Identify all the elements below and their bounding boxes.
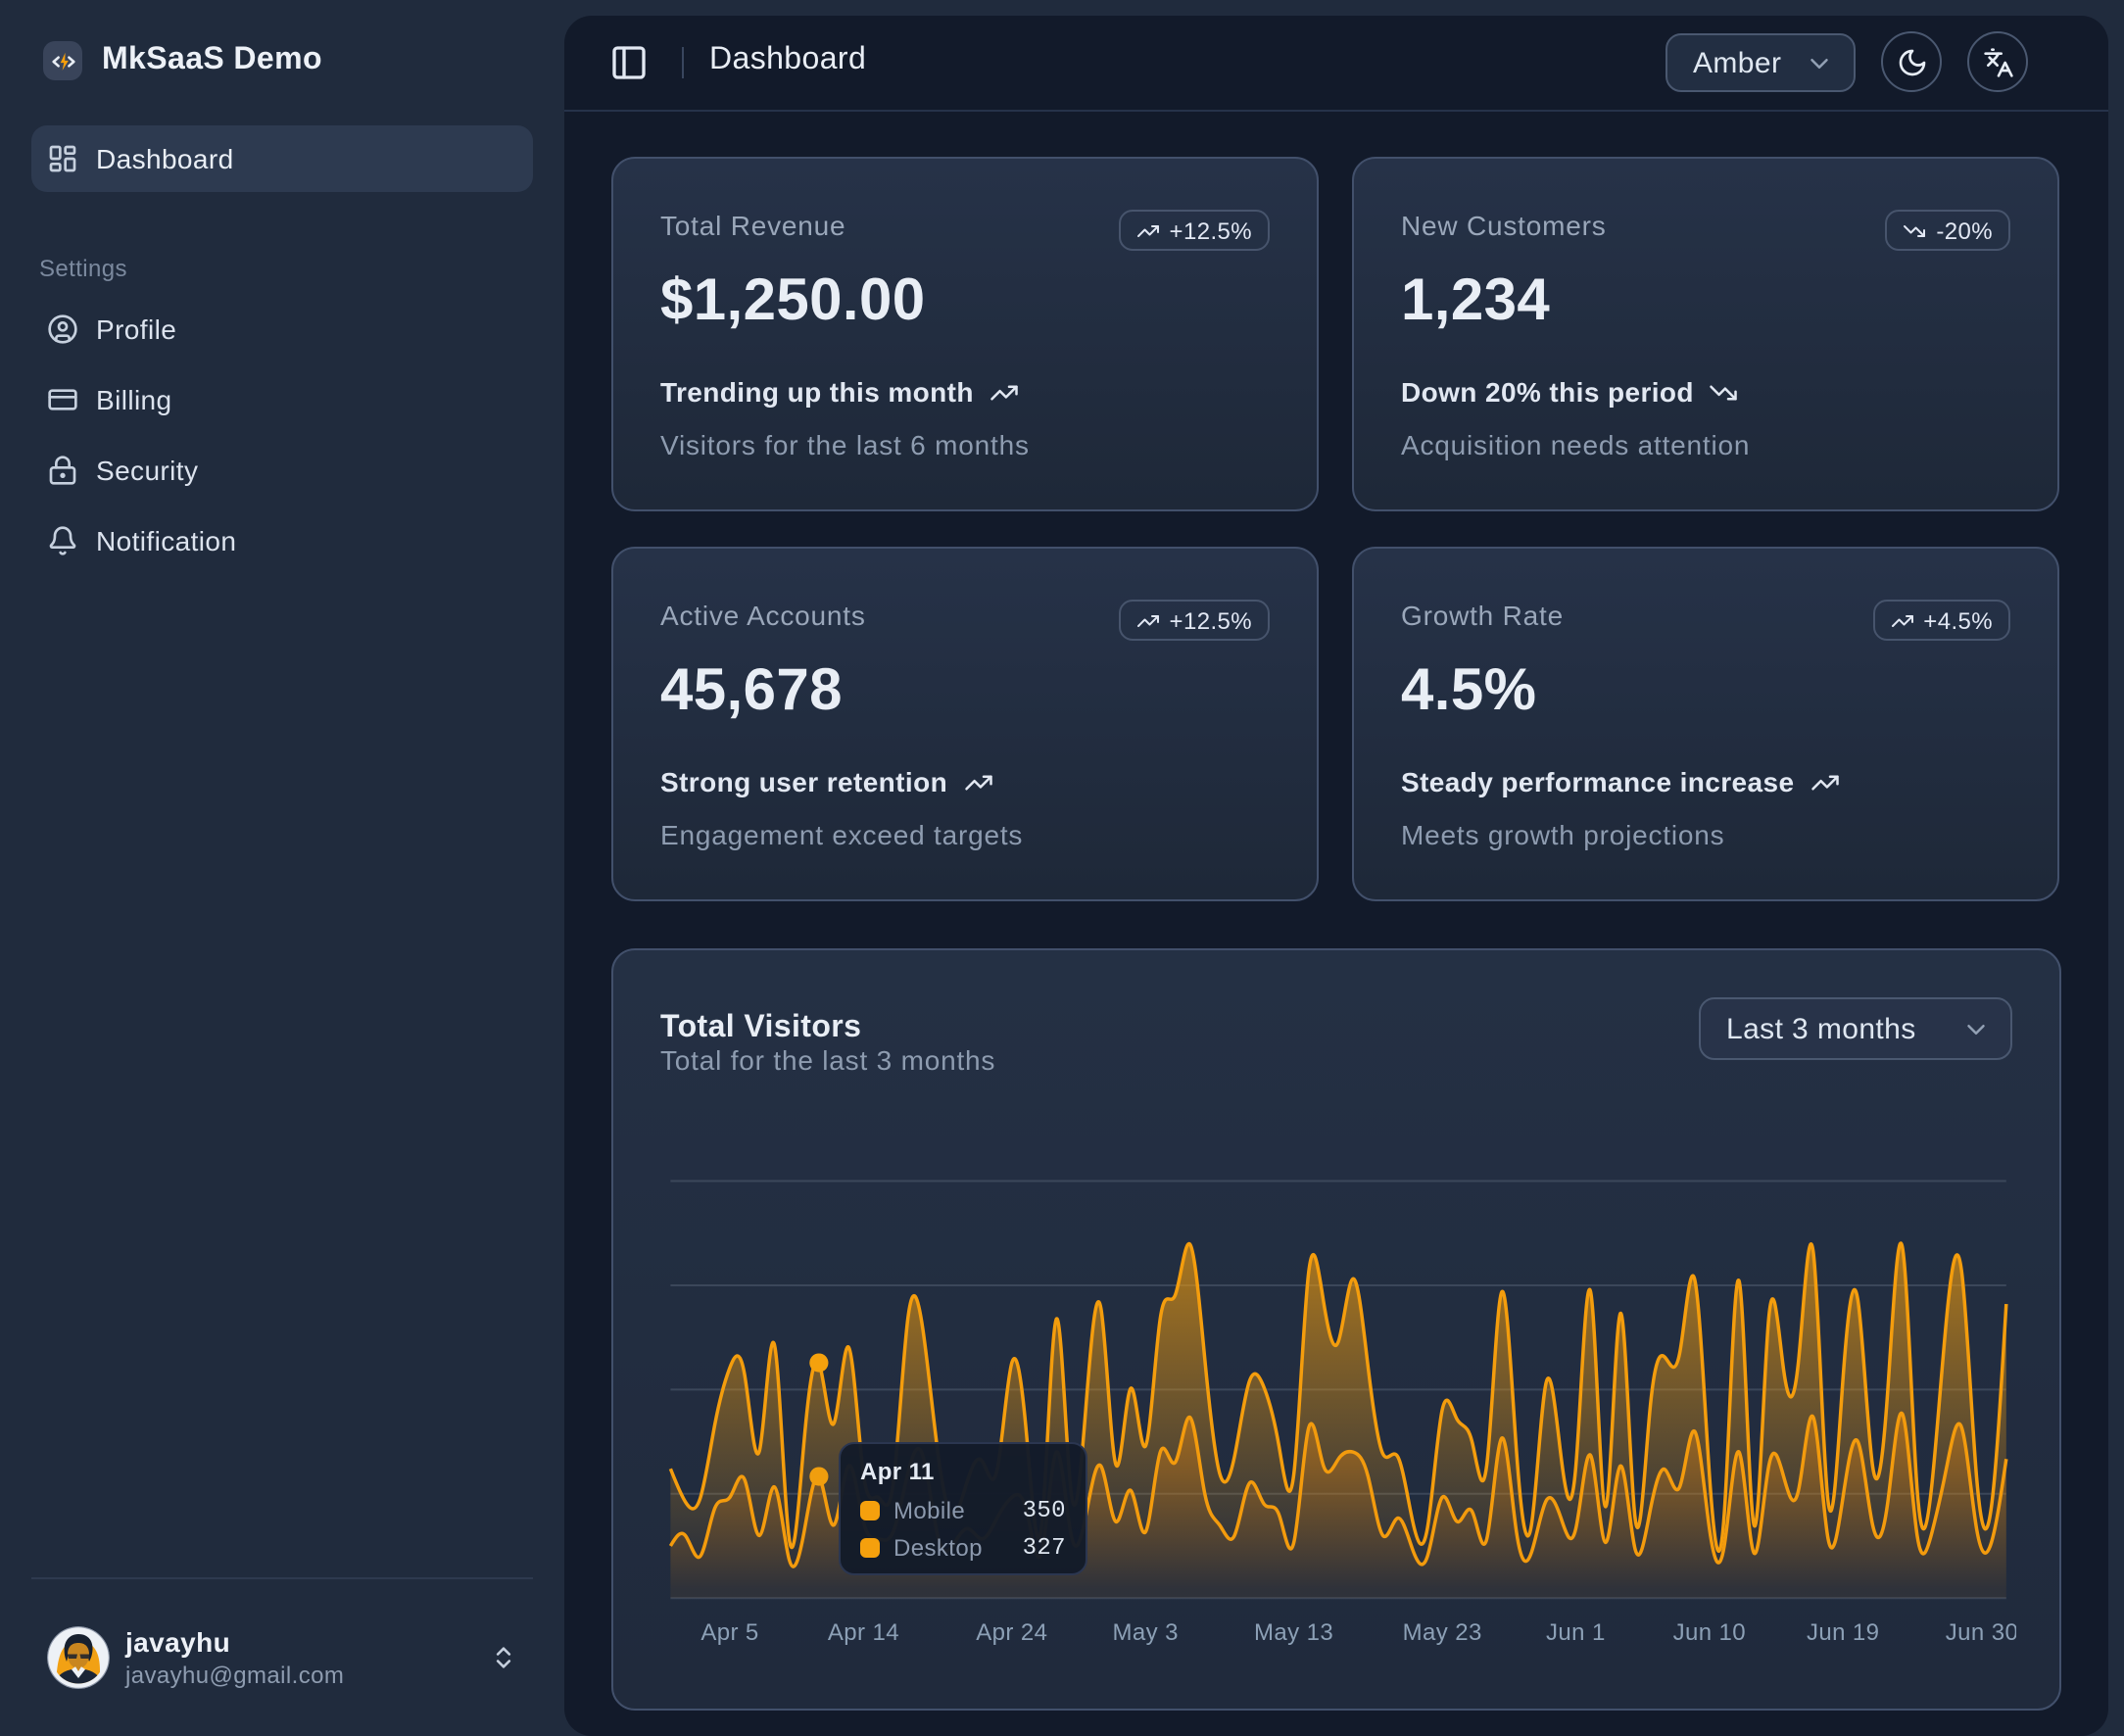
svg-text:May 3: May 3 [1113, 1619, 1179, 1646]
svg-text:Apr 24: Apr 24 [976, 1619, 1047, 1646]
svg-text:Apr 5: Apr 5 [700, 1619, 758, 1646]
svg-text:Apr 14: Apr 14 [828, 1619, 899, 1646]
svg-text:Jun 19: Jun 19 [1807, 1619, 1879, 1646]
svg-text:Jun 10: Jun 10 [1673, 1619, 1746, 1646]
svg-text:May 13: May 13 [1254, 1619, 1333, 1646]
svg-text:May 23: May 23 [1403, 1619, 1482, 1646]
svg-text:Jun 1: Jun 1 [1546, 1619, 1606, 1646]
svg-text:Jun 30: Jun 30 [1946, 1619, 2016, 1646]
